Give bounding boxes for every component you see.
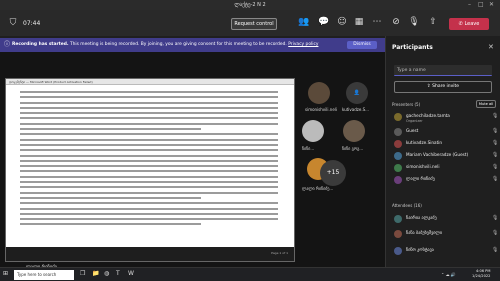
avatar	[394, 164, 402, 172]
banner-bold: Recording has started.	[12, 42, 69, 47]
avatar	[308, 82, 330, 104]
participant-row[interactable]: gachechiladze.tamta Organizer 🎙	[394, 112, 498, 124]
participant-name: ნანა ბაბუხეშვილი	[406, 230, 443, 235]
banner-text: Recording has started. This meeting is b…	[12, 38, 318, 52]
tile-name: ნინი...	[302, 146, 315, 151]
mic-icon: 🎙	[492, 113, 499, 119]
folder-icon[interactable]: 📁	[92, 270, 99, 277]
meeting-timer: 07:44	[23, 20, 41, 27]
mic-off-icon[interactable]: 🎙	[407, 17, 421, 27]
tile-name: simonishvili.neli	[305, 107, 337, 112]
participant-row[interactable]: Guest 🎙	[394, 127, 498, 139]
window-title: ლაქტე-2 N 2	[234, 2, 266, 8]
rooms-icon[interactable]: ▦	[352, 17, 366, 27]
avatar	[394, 152, 402, 160]
participant-row[interactable]: ნინო კოსტავა 🎙	[394, 246, 498, 258]
shield-icon[interactable]: ⛉	[6, 18, 20, 28]
camera-off-icon[interactable]: ⊘	[389, 17, 403, 27]
avatar	[394, 140, 402, 148]
avatar	[394, 128, 402, 136]
participants-panel: Participants ✕ Type a name ⇪ Share invit…	[385, 36, 500, 267]
shared-screen-document: დოკუმენტი — Microsoft Word (Product Acti…	[5, 78, 295, 262]
mic-icon: 🎙	[492, 152, 499, 158]
close-icon[interactable]: ✕	[488, 43, 494, 51]
tile-name: ნინი გოგ...	[342, 146, 364, 151]
participant-row[interactable]: ნაირია ალკაძე 🎙	[394, 214, 498, 226]
reactions-icon[interactable]: ☺	[335, 17, 349, 27]
meeting-toolbar: ⛉ 07:44 Request control 👥 💬 ☺ ▦ ⋯ ⊘ 🎙 ⇧ …	[0, 10, 500, 36]
attendees-header[interactable]: Attendees (16)	[392, 203, 422, 208]
mic-icon: 🎙	[492, 247, 499, 253]
leave-label: Leave	[464, 21, 480, 27]
doc-window-title: დოკუმენტი — Microsoft Word (Product Acti…	[6, 79, 294, 85]
mic-icon: 🎙	[492, 230, 499, 236]
request-control-button[interactable]: Request control	[231, 18, 277, 30]
mic-icon: 🎙	[492, 164, 499, 170]
mic-icon: 🎙	[492, 176, 499, 182]
task-view-icon[interactable]: ❐	[80, 270, 85, 277]
taskbar-search-input[interactable]: Type here to search	[14, 270, 74, 280]
presenters-header[interactable]: Presenters (5)	[392, 102, 420, 107]
taskbar-clock[interactable]: 4:06 PM 1/24/2022	[472, 269, 490, 279]
maximize-icon[interactable]: □	[478, 1, 484, 8]
minimize-icon[interactable]: –	[468, 1, 471, 8]
tray-icons[interactable]: ⌃ ☁ 🔊	[441, 272, 456, 277]
avatar	[394, 215, 402, 223]
avatar	[302, 120, 324, 142]
browser-icon[interactable]: ◍	[104, 270, 109, 277]
more-icon[interactable]: ⋯	[370, 17, 384, 27]
participant-name: kutivadze.Sinatin	[406, 140, 443, 145]
banner-body: This meeting is being recorded. By joini…	[68, 42, 287, 47]
tile-name: kutivadze.S...	[342, 107, 369, 112]
share-invite-button[interactable]: ⇪ Share invite	[394, 81, 492, 93]
participant-row[interactable]: ლალი რიჩიძე 🎙	[394, 175, 498, 187]
windows-taskbar: ⊞ Type here to search ❐ 📁 ◍ T W ⌃ ☁ 🔊 4:…	[0, 267, 500, 281]
mic-icon: 🎙	[492, 140, 499, 146]
share-invite-label: Share invite	[432, 84, 460, 89]
chat-icon[interactable]: 💬	[317, 17, 331, 27]
participant-name: Guest	[406, 128, 419, 133]
mic-icon: 🎙	[492, 128, 499, 134]
info-icon: ⓘ	[4, 41, 11, 48]
participant-row[interactable]: ნანა ბაბუხეშვილი 🎙	[394, 229, 498, 241]
participant-search-input[interactable]: Type a name	[394, 65, 492, 76]
person-icon: 👤	[346, 82, 368, 104]
participant-name: ლალი რიჩიძე	[406, 176, 435, 181]
windows-start-icon[interactable]: ⊞	[3, 270, 8, 277]
participant-row[interactable]: kutivadze.Sinatin 🎙	[394, 139, 498, 151]
more-participants-tile[interactable]: +15	[320, 160, 346, 186]
participant-name: ნაირია ალკაძე	[406, 215, 437, 220]
window-titlebar: ლაქტე-2 N 2 – □ ✕	[0, 0, 500, 10]
participant-name: ნინო კოსტავა	[406, 247, 434, 252]
doc-statusbar: Page 1 of 1	[6, 247, 294, 261]
word-icon[interactable]: W	[128, 270, 134, 277]
doc-page	[20, 91, 278, 241]
dismiss-button[interactable]: Dismiss	[347, 41, 377, 49]
participant-name: Mariam Vachiberadze (Guest)	[406, 152, 469, 157]
leave-button[interactable]: ✆ Leave	[449, 18, 489, 30]
teams-icon[interactable]: T	[116, 270, 120, 277]
privacy-policy-link[interactable]: Privacy policy	[288, 42, 318, 47]
clock-date: 1/24/2022	[472, 274, 491, 278]
people-icon[interactable]: 👥	[297, 17, 311, 27]
participant-name: simonishvili.neli	[406, 164, 440, 169]
tile-name: ლალი რიჩიძე...	[302, 186, 334, 191]
mute-all-button[interactable]: Mute all	[476, 100, 496, 108]
participant-row[interactable]: Mariam Vachiberadze (Guest) 🎙	[394, 151, 498, 163]
participant-row[interactable]: simonishvili.neli 🎙	[394, 163, 498, 175]
avatar	[394, 113, 402, 121]
recording-banner: ⓘ Recording has started. This meeting is…	[0, 38, 385, 52]
avatar	[394, 230, 402, 238]
panel-title: Participants	[392, 44, 433, 51]
participant-role: Organizer	[406, 119, 423, 123]
share-icon[interactable]: ⇧	[426, 17, 440, 27]
doc-pager: Page 1 of 1	[271, 251, 288, 255]
mic-icon: 🎙	[492, 215, 499, 221]
participant-name: gachechiladze.tamta	[406, 113, 450, 118]
close-window-icon[interactable]: ✕	[489, 1, 494, 8]
avatar	[394, 176, 402, 184]
avatar	[394, 247, 402, 255]
avatar	[343, 120, 365, 142]
